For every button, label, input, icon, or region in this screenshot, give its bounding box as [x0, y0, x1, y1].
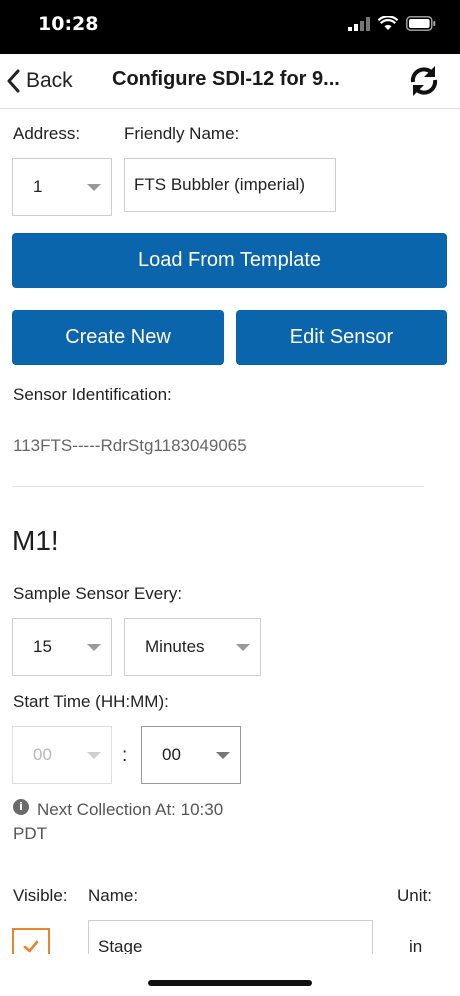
friendly-name-label: Friendly Name:: [124, 124, 240, 143]
next-collection-text: Next Collection At: 10:30: [37, 800, 224, 819]
sample-interval-value: 15: [33, 637, 52, 656]
friendly-name-input[interactable]: FTS Bubbler (imperial): [124, 158, 336, 212]
caret-down-icon: [216, 752, 230, 759]
measurement-heading: M1!: [12, 525, 59, 556]
sensor-id-label: Sensor Identification:: [13, 385, 172, 404]
sample-interval-select[interactable]: 15: [12, 618, 112, 676]
caret-down-icon: [87, 184, 101, 191]
home-indicator: [148, 980, 312, 986]
chevron-left-icon: [7, 69, 20, 93]
start-hour-value: 00: [33, 745, 52, 764]
sample-unit-value: Minutes: [145, 637, 205, 656]
name-column-header: Name:: [88, 886, 139, 905]
status-icons: [348, 16, 436, 31]
edit-sensor-button[interactable]: Edit Sensor: [236, 310, 447, 365]
caret-down-icon: [236, 644, 250, 651]
status-time: 10:28: [38, 13, 99, 35]
start-time-label: Start Time (HH:MM):: [13, 692, 169, 711]
sample-unit-select[interactable]: Minutes: [124, 618, 261, 676]
caret-down-icon: [87, 752, 101, 759]
back-button[interactable]: Back: [6, 64, 73, 98]
address-select[interactable]: 1: [12, 158, 112, 216]
wifi-icon: [378, 16, 398, 30]
address-label: Address:: [13, 124, 81, 143]
visible-column-header: Visible:: [13, 886, 68, 905]
navigation-bar: Back Configure SDI-12 for 9...: [0, 54, 460, 109]
time-separator: :: [122, 745, 128, 766]
start-minute-value: 00: [162, 745, 181, 764]
info-icon: i: [13, 799, 29, 815]
refresh-icon: [410, 66, 438, 96]
page-title: Configure SDI-12 for 9...: [112, 68, 340, 90]
address-value: 1: [33, 177, 43, 196]
next-collection-timezone: PDT: [13, 824, 47, 843]
status-bar: 10:28: [0, 0, 460, 54]
start-hour-select: 00: [12, 726, 112, 784]
home-bar-area: [0, 954, 460, 996]
refresh-button[interactable]: [406, 62, 442, 100]
sensor-id-value: 113FTS-----RdrStg1183049065: [13, 436, 247, 455]
start-minute-select[interactable]: 00: [141, 726, 241, 784]
battery-icon: [406, 16, 436, 31]
section-divider: [12, 486, 424, 487]
cellular-signal-icon: [348, 16, 370, 31]
create-new-button[interactable]: Create New: [12, 310, 224, 365]
load-from-template-button[interactable]: Load From Template: [12, 233, 447, 288]
caret-down-icon: [87, 644, 101, 651]
sample-every-label: Sample Sensor Every:: [13, 584, 183, 603]
back-label: Back: [26, 69, 73, 92]
unit-column-header: Unit:: [397, 886, 432, 905]
friendly-name-value: FTS Bubbler (imperial): [134, 175, 305, 194]
